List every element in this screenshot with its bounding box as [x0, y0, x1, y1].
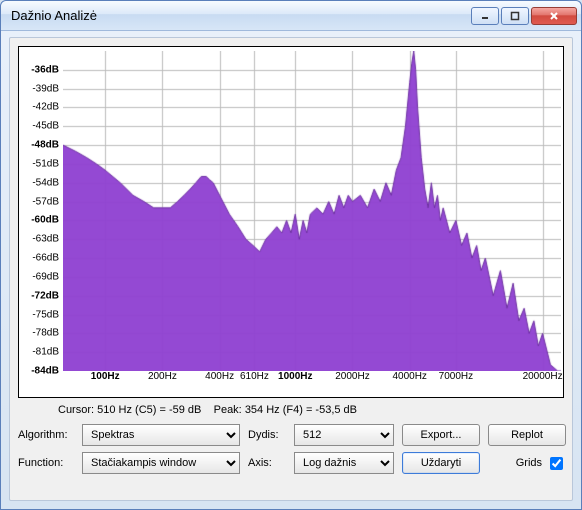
maximize-button[interactable]: [501, 7, 529, 25]
y-tick: -66dB: [32, 253, 59, 264]
window: Dažnio Analizė -36dB -39dB -42dB -45dB -48dB…: [0, 0, 582, 510]
axis-label: Axis:: [248, 457, 286, 469]
spectrum-chart[interactable]: -36dB -39dB -42dB -45dB -48dB -51dB -54dB -57dB…: [18, 46, 564, 398]
grids-label: Grids: [516, 457, 542, 469]
window-buttons: [471, 7, 577, 25]
content-panel: -36dB -39dB -42dB -45dB -48dB -51dB -54dB -57dB…: [9, 37, 573, 501]
x-tick: 7000Hz: [439, 371, 473, 382]
spectrum-canvas[interactable]: [63, 51, 561, 371]
grids-checkbox[interactable]: [550, 457, 563, 470]
x-tick: 20000Hz: [523, 371, 563, 382]
replot-button[interactable]: Replot: [488, 424, 566, 446]
y-tick: -42dB: [32, 102, 59, 113]
peak-value: 354 Hz (F4) = -53,5 dB: [245, 404, 357, 416]
y-tick: -78dB: [32, 328, 59, 339]
cursor-label: Cursor:: [58, 404, 94, 416]
y-tick: -72dB: [31, 290, 59, 301]
size-select[interactable]: 512: [294, 424, 394, 446]
y-tick: -36dB: [31, 64, 59, 75]
x-tick: 1000Hz: [278, 371, 312, 382]
x-tick: 400Hz: [205, 371, 234, 382]
x-tick: 200Hz: [148, 371, 177, 382]
y-tick: -39dB: [32, 83, 59, 94]
y-tick: -60dB: [31, 215, 59, 226]
function-select[interactable]: Stačiakampis window: [82, 452, 240, 474]
y-tick: -45dB: [32, 121, 59, 132]
y-tick: -84dB: [31, 366, 59, 377]
status-line: Cursor: 510 Hz (C5) = -59 dB Peak: 354 H…: [18, 398, 564, 424]
y-tick: -48dB: [31, 140, 59, 151]
x-tick: 2000Hz: [335, 371, 369, 382]
export-button[interactable]: Export...: [402, 424, 480, 446]
size-label: Dydis:: [248, 429, 286, 441]
x-tick: 100Hz: [91, 371, 120, 382]
window-title: Dažnio Analizė: [11, 8, 471, 23]
y-tick: -63dB: [32, 234, 59, 245]
controls: Algorithm: Spektras Dydis: 512 Export...…: [18, 424, 564, 474]
close-window-button[interactable]: [531, 7, 577, 25]
y-axis: -36dB -39dB -42dB -45dB -48dB -51dB -54dB -57dB…: [19, 51, 63, 371]
y-tick: -75dB: [32, 309, 59, 320]
y-tick: -69dB: [32, 271, 59, 282]
y-tick: -54dB: [32, 177, 59, 188]
x-tick: 4000Hz: [392, 371, 426, 382]
axis-select[interactable]: Log dažnis: [294, 452, 394, 474]
function-label: Function:: [18, 457, 74, 469]
algorithm-label: Algorithm:: [18, 429, 74, 441]
peak-label: Peak:: [214, 404, 242, 416]
close-button[interactable]: Uždaryti: [402, 452, 480, 474]
x-tick: 610Hz: [240, 371, 269, 382]
titlebar[interactable]: Dažnio Analizė: [1, 1, 581, 31]
y-tick: -51dB: [32, 158, 59, 169]
y-tick: -57dB: [32, 196, 59, 207]
minimize-button[interactable]: [471, 7, 499, 25]
x-axis: 100Hz 200Hz 400Hz 610Hz 1000Hz 2000Hz 4000Hz 70…: [63, 369, 561, 397]
algorithm-select[interactable]: Spektras: [82, 424, 240, 446]
cursor-value: 510 Hz (C5) = -59 dB: [97, 404, 201, 416]
y-tick: -81dB: [32, 347, 59, 358]
